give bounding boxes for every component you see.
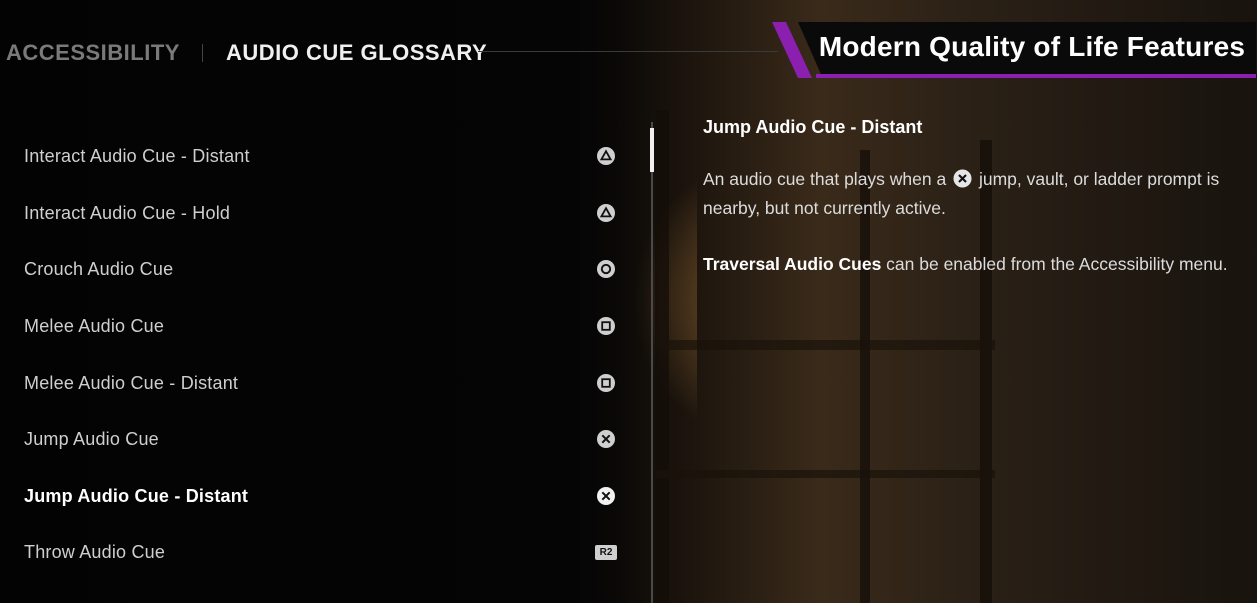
detail-title: Jump Audio Cue - Distant [703,117,923,137]
cross-icon [953,169,972,188]
list-item[interactable]: Melee Audio Cue [0,306,630,346]
list-item-label: Throw Audio Cue [24,541,166,562]
list-item-label: Jump Audio Cue [24,428,159,449]
scrollbar-thumb[interactable] [650,128,654,172]
list-item-label: Crouch Audio Cue [24,258,174,279]
tab-accessibility[interactable]: ACCESSIBILITY [6,40,180,66]
window-frame [655,470,995,478]
list-item-label: Melee Audio Cue - Distant [24,372,239,393]
list-item-label: Melee Audio Cue [24,315,165,336]
tab-divider [201,44,203,62]
header-tabs: ACCESSIBILITY AUDIO CUE GLOSSARY [6,38,487,68]
detail-note-bold: Traversal Audio Cues [703,254,882,274]
list-item[interactable]: Interact Audio Cue - Hold [0,193,630,233]
header-divider-line [478,51,778,52]
cross-icon [597,487,615,505]
list-item-selected[interactable]: Jump Audio Cue - Distant [0,476,630,516]
window-frame [655,340,995,350]
list-item[interactable]: Throw Audio Cue R2 [0,532,630,572]
banner-underline [816,74,1256,78]
list-item[interactable]: Interact Audio Cue - Distant [0,136,630,176]
banner-title: Modern Quality of Life Features [818,31,1246,62]
scrollbar-track[interactable] [651,122,653,603]
detail-note: Traversal Audio Cues can be enabled from… [703,254,1228,274]
list-item-label: Interact Audio Cue - Distant [24,145,250,166]
triangle-icon [597,204,615,222]
square-icon [597,374,615,392]
list-item[interactable]: Jump Audio Cue [0,419,630,459]
square-icon [597,317,615,335]
background-scene [560,0,1257,603]
list-item[interactable]: Crouch Audio Cue [0,249,630,289]
cross-icon [597,430,615,448]
circle-icon [597,260,615,278]
tab-audio-cue-glossary[interactable]: AUDIO CUE GLOSSARY [226,40,487,66]
list-item[interactable]: Melee Audio Cue - Distant [0,363,630,403]
r2-icon: R2 [595,544,617,560]
detail-description: An audio cue that plays when a jump, vau… [703,169,1220,218]
detail-panel: Jump Audio Cue - Distant An audio cue th… [703,117,1248,274]
triangle-icon [597,147,615,165]
list-item-label: Interact Audio Cue - Hold [24,202,231,223]
list-item-label: Jump Audio Cue - Distant [24,485,249,506]
video-title-banner: Modern Quality of Life Features [772,22,1256,78]
